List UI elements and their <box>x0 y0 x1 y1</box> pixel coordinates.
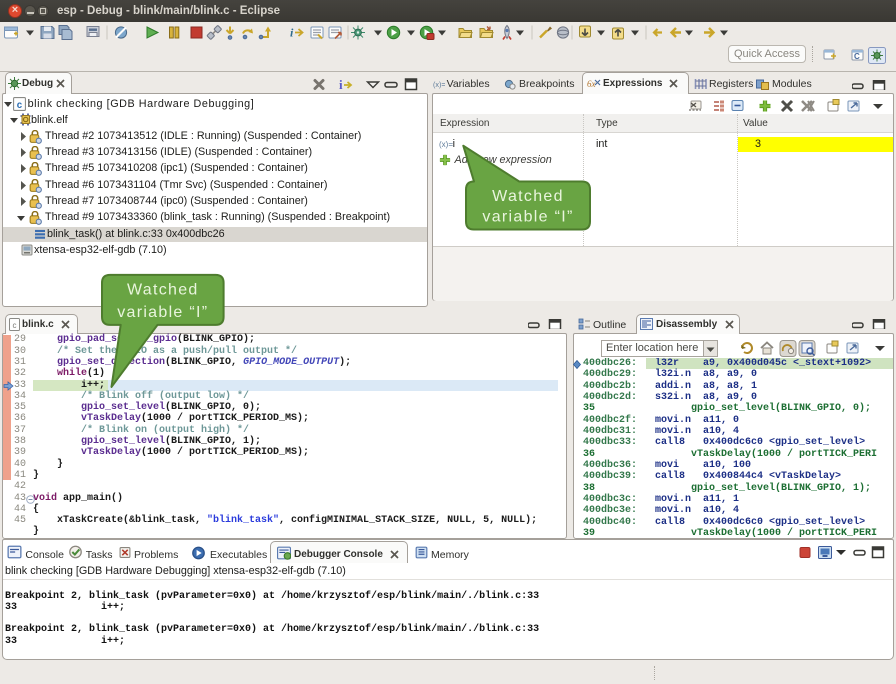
svg-text:variable “I”: variable “I” <box>117 304 208 321</box>
svg-text:variable “I”: variable “I” <box>482 208 573 225</box>
svg-text:Watched: Watched <box>127 282 199 299</box>
svg-text:Watched: Watched <box>492 188 564 205</box>
